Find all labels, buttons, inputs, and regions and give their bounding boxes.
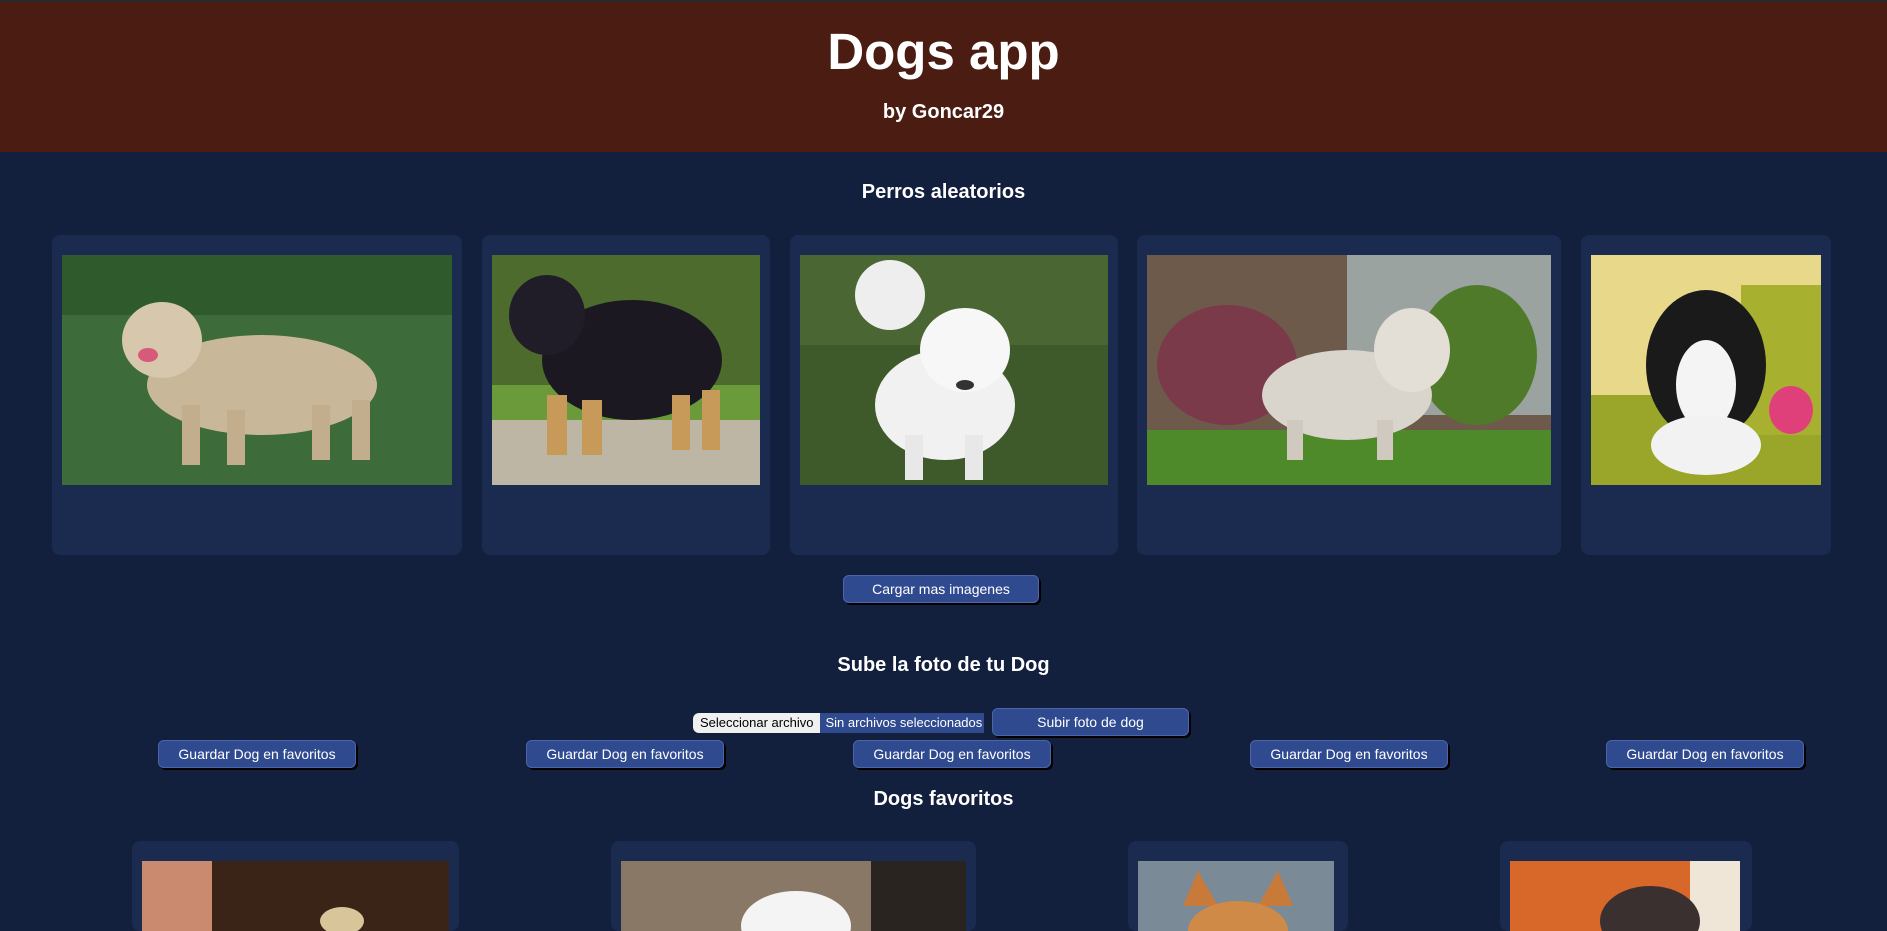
random-dog-card: Guardar Dog en favoritos bbox=[482, 235, 770, 768]
favorite-dog-card bbox=[1500, 841, 1752, 931]
random-dogs-title: Perros aleatorios bbox=[861, 181, 1026, 203]
favorite-dog-card bbox=[611, 841, 976, 931]
white-fluffy-dog-photo bbox=[621, 861, 966, 931]
save-favorite-button[interactable]: Guardar Dog en favoritos bbox=[1606, 740, 1804, 768]
shih-tzu-photo bbox=[1147, 255, 1551, 485]
favorite-dog-card bbox=[1128, 841, 1348, 931]
random-dog-card: Guardar Dog en favoritos bbox=[1581, 235, 1831, 768]
save-favorite-button[interactable]: Guardar Dog en favoritos bbox=[158, 740, 356, 768]
random-dog-card: Guardar Dog en favoritos bbox=[1137, 235, 1561, 768]
file-input[interactable]: Seleccionar archivo Sin archivos selecci… bbox=[693, 713, 985, 733]
load-more-button[interactable]: Cargar mas imagenes bbox=[843, 575, 1039, 603]
save-favorite-button[interactable]: Guardar Dog en favoritos bbox=[1250, 740, 1448, 768]
no-file-label: Sin archivos seleccionados bbox=[820, 713, 985, 733]
black-tan-mastiff-photo bbox=[492, 255, 760, 485]
choose-file-button[interactable]: Seleccionar archivo bbox=[693, 713, 821, 733]
favorites-title: Dogs favoritos bbox=[873, 788, 1014, 810]
favorite-dog-card bbox=[132, 841, 459, 931]
save-favorite-button[interactable]: Guardar Dog en favoritos bbox=[853, 740, 1051, 768]
random-dog-card: Guardar Dog en favoritos bbox=[790, 235, 1118, 768]
terrier-on-grass-photo bbox=[62, 255, 452, 485]
border-collie-on-sofa-photo bbox=[1591, 255, 1821, 485]
upload-photo-button[interactable]: Subir foto de dog bbox=[992, 708, 1189, 736]
random-dog-card: Guardar Dog en favoritos bbox=[52, 235, 462, 768]
dog-on-leather-couch-photo bbox=[142, 861, 449, 931]
shiba-inu-photo bbox=[1138, 861, 1334, 931]
dog-on-orange-blanket-photo bbox=[1510, 861, 1740, 931]
save-favorite-button[interactable]: Guardar Dog en favoritos bbox=[526, 740, 724, 768]
upload-title: Sube la foto de tu Dog bbox=[837, 654, 1050, 676]
app-header: Dogs app by Goncar29 bbox=[0, 0, 1887, 152]
white-spitz-photo bbox=[800, 255, 1108, 485]
app-title: Dogs app bbox=[827, 23, 1060, 80]
app-subtitle: by Goncar29 bbox=[882, 101, 1005, 123]
